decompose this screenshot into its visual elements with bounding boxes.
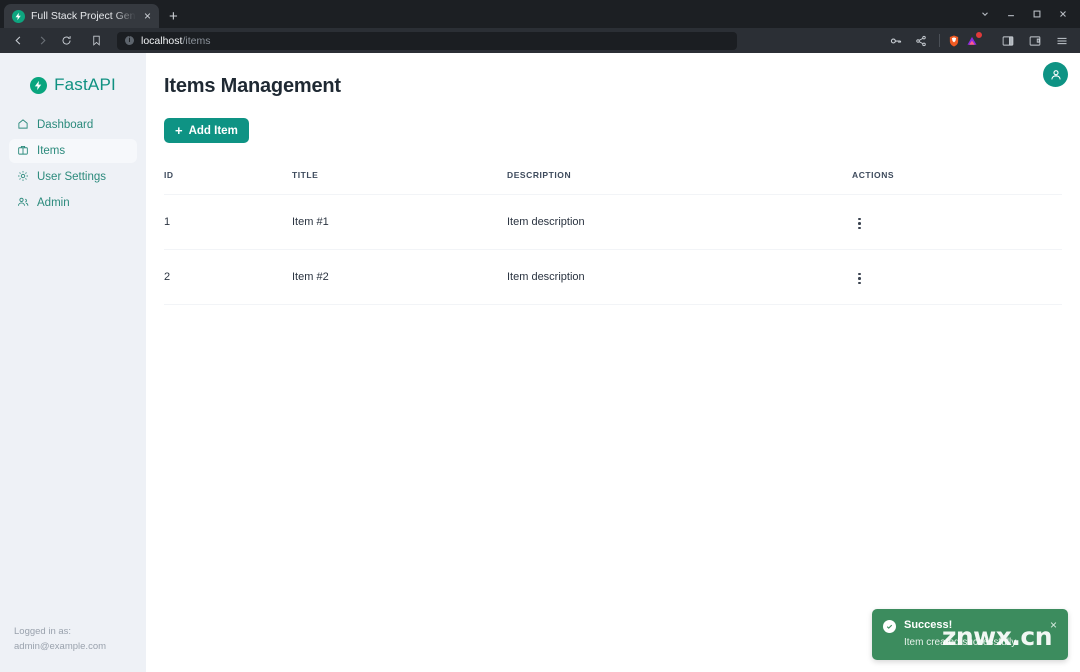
column-header-actions: ACTIONS	[852, 170, 1062, 195]
brand-logo[interactable]: FastAPI	[0, 53, 146, 113]
sidebar-item-label: Items	[37, 145, 65, 157]
main-content: Items Management + Add Item ID TITLE DES…	[146, 53, 1080, 672]
key-icon[interactable]	[885, 31, 907, 51]
cell-description: Item description	[507, 195, 852, 250]
cell-actions	[852, 250, 1062, 305]
site-info-icon[interactable]: i	[125, 36, 134, 45]
menu-icon[interactable]	[1051, 31, 1073, 51]
browser-window: Full Stack Project Genera × +	[0, 0, 1080, 672]
cell-id: 2	[164, 250, 292, 305]
toolbar-divider	[939, 34, 940, 47]
sidebar-item-items[interactable]: Items	[9, 139, 137, 163]
sidebar-item-label: Admin	[37, 197, 70, 209]
sidebar: FastAPI Dashboard Items	[0, 53, 146, 672]
kebab-menu-icon[interactable]	[852, 270, 867, 288]
items-table: ID TITLE DESCRIPTION ACTIONS 1 Item #1 I…	[164, 170, 1062, 305]
brand-name: FastAPI	[54, 75, 116, 95]
toast-close-icon[interactable]: ×	[1050, 619, 1057, 631]
brave-shield-icon[interactable]	[947, 33, 961, 48]
toast-notification: Success! Item created successfully. ×	[872, 609, 1068, 660]
sidebar-panel-icon[interactable]	[997, 31, 1019, 51]
sidebar-footer: Logged in as: admin@example.com	[0, 624, 146, 672]
forward-icon[interactable]	[31, 31, 53, 51]
cell-actions	[852, 195, 1062, 250]
briefcase-icon	[17, 144, 29, 159]
page-viewport: FastAPI Dashboard Items	[0, 53, 1080, 672]
table-body: 1 Item #1 Item description 2 Item #2 Ite…	[164, 195, 1062, 305]
reload-icon[interactable]	[55, 31, 77, 51]
cell-title: Item #2	[292, 250, 507, 305]
toolbar-right-icons	[885, 31, 1073, 51]
table-header-row: ID TITLE DESCRIPTION ACTIONS	[164, 170, 1062, 195]
column-header-id: ID	[164, 170, 292, 195]
close-icon[interactable]	[1050, 1, 1076, 27]
gear-icon	[17, 170, 29, 185]
sidebar-item-label: User Settings	[37, 171, 106, 183]
toast-message: Item created successfully.	[904, 636, 1042, 649]
browser-toolbar: i localhost/items	[0, 28, 1080, 53]
minimize-icon[interactable]	[998, 1, 1024, 27]
tab-close-icon[interactable]: ×	[142, 10, 153, 22]
sidebar-item-label: Dashboard	[37, 119, 93, 131]
items-table-wrapper: ID TITLE DESCRIPTION ACTIONS 1 Item #1 I…	[164, 170, 1080, 305]
bookmark-icon[interactable]	[85, 31, 107, 51]
table-row: 1 Item #1 Item description	[164, 195, 1062, 250]
add-item-button[interactable]: + Add Item	[164, 118, 249, 143]
url-host: localhost	[141, 35, 182, 47]
user-avatar-icon[interactable]	[1043, 62, 1068, 87]
maximize-icon[interactable]	[1024, 1, 1050, 27]
address-bar[interactable]: i localhost/items	[117, 32, 737, 50]
add-item-label: Add Item	[189, 125, 238, 137]
cell-title: Item #1	[292, 195, 507, 250]
kebab-menu-icon[interactable]	[852, 215, 867, 233]
users-icon	[17, 196, 29, 211]
url-path: /items	[182, 35, 210, 47]
toolbar-far-right	[997, 31, 1073, 51]
cell-description: Item description	[507, 250, 852, 305]
sidebar-item-user-settings[interactable]: User Settings	[9, 165, 137, 189]
window-controls	[972, 0, 1076, 28]
share-icon[interactable]	[910, 31, 932, 51]
plus-icon: +	[175, 124, 183, 137]
logged-in-email: admin@example.com	[14, 639, 146, 654]
extension-icon[interactable]	[964, 33, 980, 49]
toast-body: Success! Item created successfully.	[904, 619, 1042, 649]
back-icon[interactable]	[7, 31, 29, 51]
table-head: ID TITLE DESCRIPTION ACTIONS	[164, 170, 1062, 195]
browser-tab[interactable]: Full Stack Project Genera ×	[4, 4, 159, 28]
toast-title: Success!	[904, 619, 1042, 633]
column-header-title: TITLE	[292, 170, 507, 195]
sidebar-nav: Dashboard Items	[0, 113, 146, 215]
fastapi-bolt-icon	[30, 77, 47, 94]
column-header-description: DESCRIPTION	[507, 170, 852, 195]
new-tab-button[interactable]: +	[169, 9, 178, 24]
sidebar-item-dashboard[interactable]: Dashboard	[9, 113, 137, 137]
tab-title: Full Stack Project Genera	[31, 10, 136, 22]
url-text: localhost/items	[141, 35, 210, 47]
logged-in-label: Logged in as:	[14, 624, 146, 639]
fastapi-icon	[12, 10, 25, 23]
tab-strip: Full Stack Project Genera × +	[0, 0, 1080, 28]
home-icon	[17, 118, 29, 133]
chevron-down-icon[interactable]	[972, 1, 998, 27]
cell-id: 1	[164, 195, 292, 250]
sidebar-item-admin[interactable]: Admin	[9, 191, 137, 215]
check-circle-icon	[883, 620, 896, 633]
split-view-icon[interactable]	[1024, 31, 1046, 51]
table-row: 2 Item #2 Item description	[164, 250, 1062, 305]
extension-badge	[975, 31, 983, 39]
page-title: Items Management	[164, 75, 1080, 98]
